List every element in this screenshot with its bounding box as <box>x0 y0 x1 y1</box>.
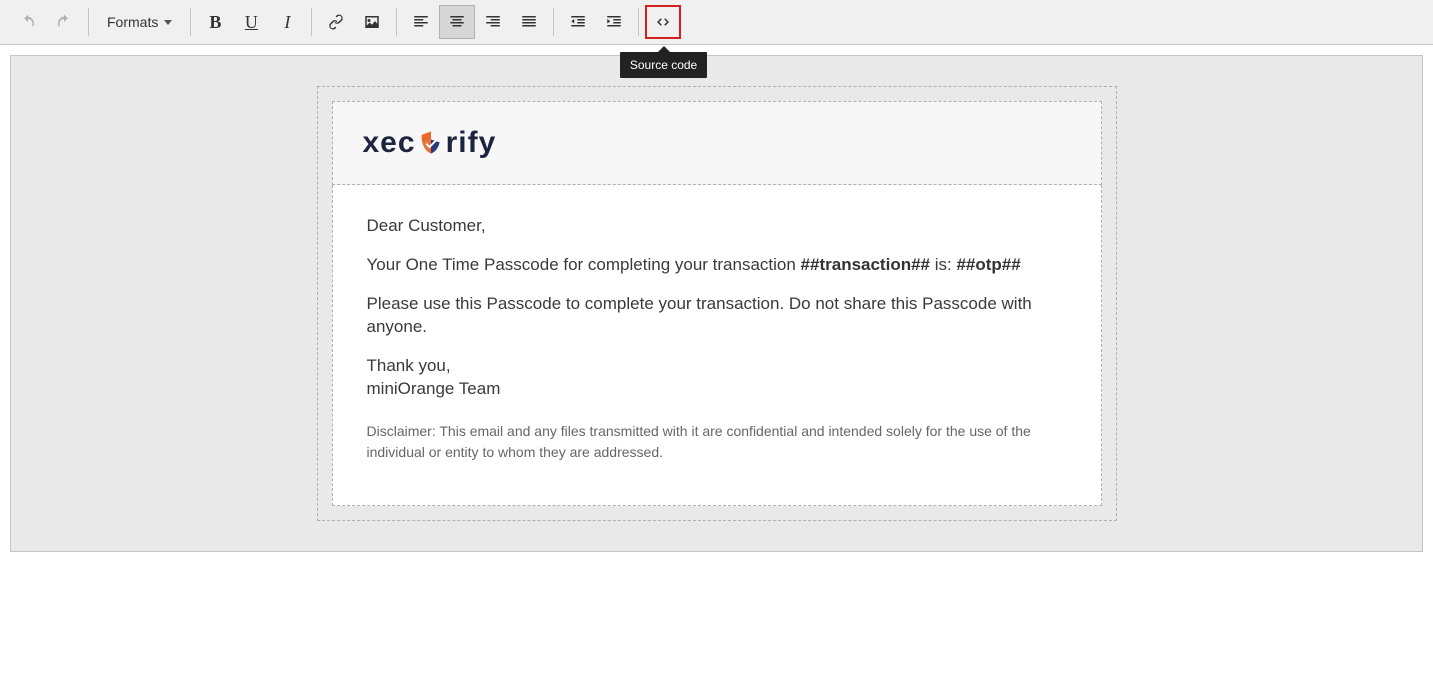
indent-icon <box>605 13 623 31</box>
brand-logo: xec rify <box>363 126 1071 160</box>
tooltip-text: Source code <box>630 58 697 72</box>
image-button[interactable] <box>354 5 390 39</box>
align-right-icon <box>484 13 502 31</box>
link-button[interactable] <box>318 5 354 39</box>
thanks-line-2: miniOrange Team <box>367 378 1067 401</box>
email-template: xec rify <box>317 86 1117 521</box>
redo-button[interactable] <box>46 5 82 39</box>
image-icon <box>363 13 381 31</box>
greeting: Dear Customer, <box>367 215 1067 238</box>
align-center-button[interactable] <box>439 5 475 39</box>
email-body: Dear Customer, Your One Time Passcode fo… <box>332 185 1102 506</box>
align-justify-button[interactable] <box>511 5 547 39</box>
thanks-line-1: Thank you, <box>367 355 1067 378</box>
editor-toolbar: Formats B U I <box>0 0 1433 45</box>
source-code-button[interactable] <box>645 5 681 39</box>
underline-button[interactable]: U <box>233 5 269 39</box>
outdent-button[interactable] <box>560 5 596 39</box>
italic-button[interactable]: I <box>269 5 305 39</box>
align-center-icon <box>448 13 466 31</box>
outdent-icon <box>569 13 587 31</box>
brand-text-right: rify <box>446 126 497 160</box>
instruction-line: Please use this Passcode to complete you… <box>367 293 1067 339</box>
shield-icon <box>417 129 445 157</box>
indent-button[interactable] <box>596 5 632 39</box>
link-icon <box>327 13 345 31</box>
tooltip: Source code <box>620 52 707 78</box>
bold-button[interactable]: B <box>197 5 233 39</box>
disclaimer: Disclaimer: This email and any files tra… <box>367 421 1067 463</box>
editor-content-area[interactable]: xec rify <box>10 55 1423 552</box>
otp-line: Your One Time Passcode for completing yo… <box>367 254 1067 277</box>
email-header: xec rify <box>332 101 1102 185</box>
brand-text-left: xec <box>363 126 416 160</box>
align-left-button[interactable] <box>403 5 439 39</box>
align-right-button[interactable] <box>475 5 511 39</box>
formats-dropdown[interactable]: Formats <box>95 5 184 39</box>
chevron-down-icon <box>164 20 172 25</box>
formats-label: Formats <box>107 14 158 30</box>
align-left-icon <box>412 13 430 31</box>
code-icon <box>654 13 672 31</box>
redo-icon <box>55 13 73 31</box>
undo-button[interactable] <box>10 5 46 39</box>
undo-icon <box>19 13 37 31</box>
align-justify-icon <box>520 13 538 31</box>
